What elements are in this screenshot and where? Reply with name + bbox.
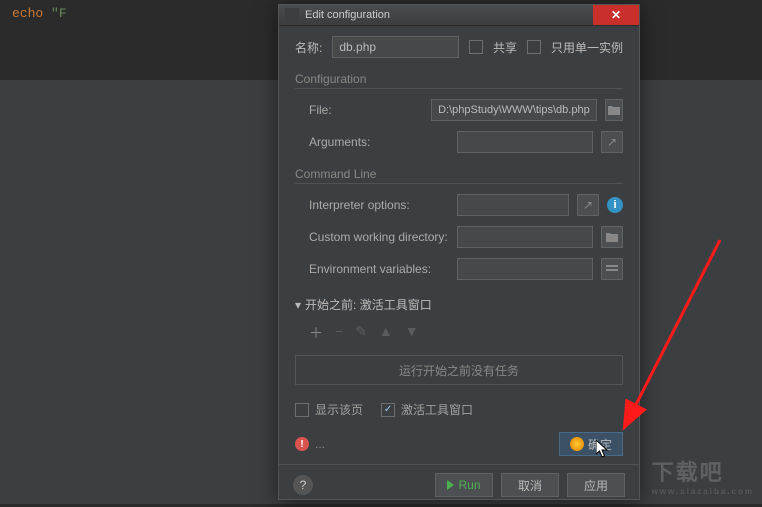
dialog-title: Edit configuration	[305, 9, 593, 21]
share-checkbox[interactable]	[469, 40, 483, 54]
remove-icon[interactable]: −	[335, 323, 343, 343]
close-button[interactable]: ✕	[593, 5, 639, 25]
dialog-footer: ? Run 取消 应用	[279, 464, 639, 507]
activate-tool-window-checkbox[interactable]	[381, 403, 395, 417]
play-icon	[447, 480, 454, 490]
code-string: "F	[51, 6, 67, 21]
name-row: 名称: db.php 共享 只用单一实例	[295, 36, 623, 58]
close-icon: ✕	[611, 8, 621, 22]
warning-icon: !	[295, 437, 309, 451]
before-launch-label: 开始之前: 激活工具窗口	[305, 296, 432, 313]
no-tasks-text: 运行开始之前没有任务	[399, 362, 519, 379]
apply-button-label: 应用	[584, 477, 608, 494]
configuration-section-title: Configuration	[295, 72, 623, 89]
activate-tool-window-label: 激活工具窗口	[401, 401, 473, 418]
chevron-down-icon: ▾	[295, 298, 301, 312]
edit-configuration-dialog: Edit configuration ✕ 名称: db.php 共享 只用单一实…	[278, 4, 640, 500]
edit-icon[interactable]: ✎	[355, 323, 367, 343]
arguments-label: Arguments:	[309, 135, 449, 149]
name-value: db.php	[339, 40, 376, 54]
down-icon[interactable]: ▼	[405, 323, 419, 343]
folder-icon[interactable]	[601, 226, 623, 248]
env-variables-label: Environment variables:	[309, 262, 449, 276]
share-label: 共享	[493, 39, 517, 56]
apply-button[interactable]: 应用	[567, 473, 625, 497]
help-button[interactable]: ?	[293, 475, 313, 495]
show-this-page-label: 显示该页	[315, 401, 363, 418]
env-variables-input[interactable]	[457, 258, 593, 280]
watermark: 下载吧 www.xiazaiba.com	[652, 455, 754, 496]
before-launch-tasks-list[interactable]: 运行开始之前没有任务	[295, 355, 623, 385]
name-label: 名称:	[295, 39, 322, 56]
file-input[interactable]: D:\phpStudy\WWW\tips\db.php	[431, 99, 597, 121]
expand-icon[interactable]: ↗	[601, 131, 623, 153]
add-icon[interactable]: ＋	[309, 323, 323, 343]
run-button[interactable]: Run	[435, 473, 493, 497]
list-icon[interactable]	[601, 258, 623, 280]
interpreter-label: Interpreter options:	[309, 198, 449, 212]
working-directory-row: Custom working directory:	[309, 226, 623, 248]
run-button-label: Run	[458, 478, 480, 492]
arguments-input[interactable]	[457, 131, 593, 153]
ok-button[interactable]: 确定	[559, 432, 623, 456]
working-directory-label: Custom working directory:	[309, 230, 449, 244]
single-instance-checkbox[interactable]	[527, 40, 541, 54]
app-icon	[285, 8, 299, 22]
folder-icon[interactable]	[605, 99, 623, 121]
watermark-sub: www.xiazaiba.com	[652, 487, 754, 496]
warning-row: ! ... 确定	[295, 432, 623, 456]
commandline-section-title: Command Line	[295, 167, 623, 184]
dialog-titlebar[interactable]: Edit configuration ✕	[279, 5, 639, 26]
code-keyword: echo	[12, 6, 43, 21]
file-value: D:\phpStudy\WWW\tips\db.php	[438, 104, 590, 116]
working-directory-input[interactable]	[457, 226, 593, 248]
lightbulb-icon	[570, 437, 584, 451]
up-icon[interactable]: ▲	[379, 323, 393, 343]
file-row: File: D:\phpStudy\WWW\tips\db.php	[309, 99, 623, 121]
watermark-main: 下载吧	[652, 460, 724, 485]
cancel-button[interactable]: 取消	[501, 473, 559, 497]
before-launch-header[interactable]: ▾ 开始之前: 激活工具窗口	[295, 296, 623, 313]
name-input[interactable]: db.php	[332, 36, 459, 58]
arguments-row: Arguments: ↗	[309, 131, 623, 153]
warning-text: ...	[315, 437, 325, 451]
expand-icon[interactable]: ↗	[577, 194, 599, 216]
before-launch-toolbar: ＋ − ✎ ▲ ▼	[295, 323, 623, 343]
options-row: 显示该页 激活工具窗口	[295, 401, 623, 418]
show-this-page-checkbox[interactable]	[295, 403, 309, 417]
single-instance-label: 只用单一实例	[551, 39, 623, 56]
cancel-button-label: 取消	[518, 477, 542, 494]
file-label: File:	[309, 103, 423, 117]
interpreter-input[interactable]	[457, 194, 569, 216]
env-variables-row: Environment variables:	[309, 258, 623, 280]
info-icon[interactable]: i	[607, 197, 623, 213]
interpreter-row: Interpreter options: ↗ i	[309, 194, 623, 216]
ok-button-label: 确定	[588, 436, 612, 453]
